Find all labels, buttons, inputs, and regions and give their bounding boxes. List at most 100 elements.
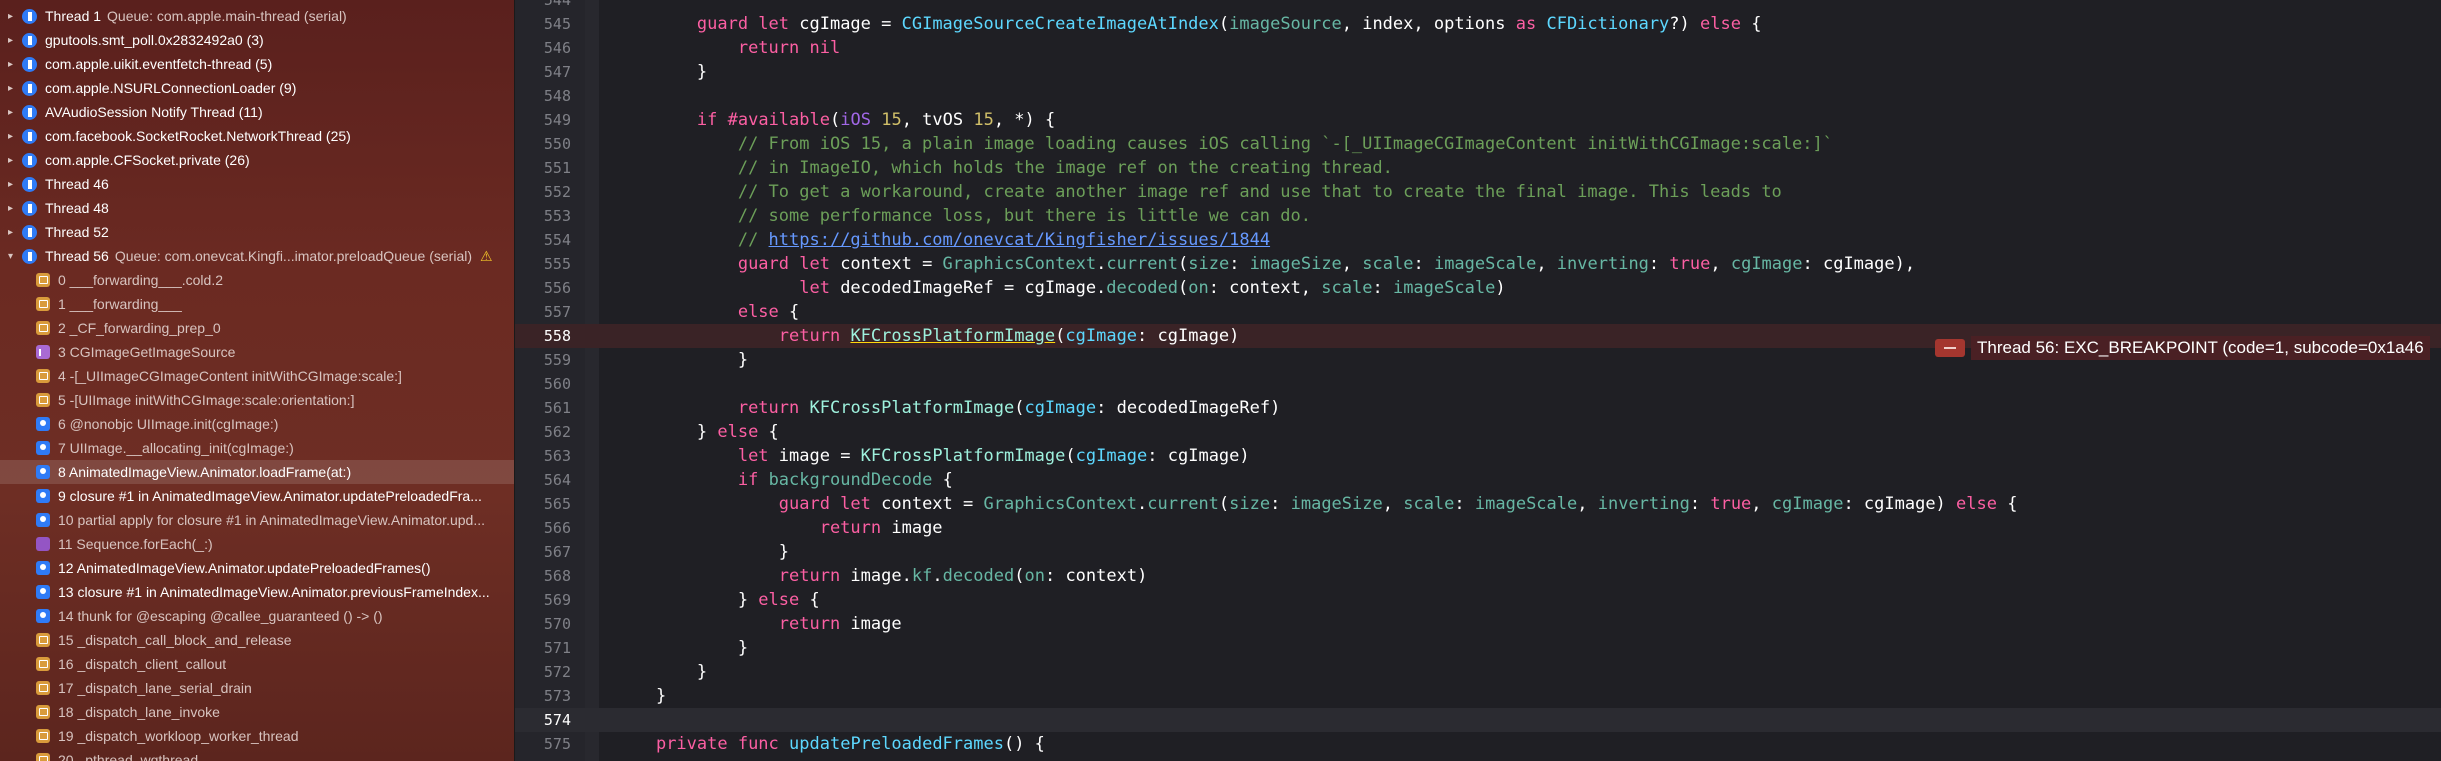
stack-frame-row[interactable]: 17 _dispatch_lane_serial_drain (0, 676, 514, 700)
stack-frame-row[interactable]: 0 ___forwarding___.cold.2 (0, 268, 514, 292)
disclosure-collapsed-icon[interactable]: ▸ (8, 203, 18, 214)
line-number: 571 (543, 639, 571, 657)
code-token: ( (1218, 14, 1230, 34)
stack-frame-row[interactable]: 9 closure #1 in AnimatedImageView.Animat… (0, 484, 514, 508)
code-line[interactable]: 546 return nil (515, 36, 2441, 60)
disclosure-collapsed-icon[interactable]: ▸ (8, 155, 18, 166)
stack-frame-row[interactable]: 11 Sequence.forEach(_:) (0, 532, 514, 556)
exception-annotation[interactable]: Thread 56: EXC_BREAKPOINT (code=1, subco… (1935, 336, 2430, 360)
stack-frame-row[interactable]: 16 _dispatch_client_callout (0, 652, 514, 676)
code-token: kf (911, 566, 933, 586)
code-line[interactable]: 555 guard let context = GraphicsContext.… (515, 252, 2441, 276)
stack-frame-row[interactable]: 4 -[_UIImageCGImageContent initWithCGIma… (0, 364, 514, 388)
thread-row[interactable]: ▸ Thread 48 (0, 196, 514, 220)
thread-icon (22, 248, 37, 264)
code-line[interactable]: 564 if backgroundDecode { (515, 468, 2441, 492)
code-line[interactable]: 544 (515, 0, 2441, 12)
disclosure-collapsed-icon[interactable]: ▸ (8, 131, 18, 142)
stack-frame-row[interactable]: 5 -[UIImage initWithCGImage:scale:orient… (0, 388, 514, 412)
disclosure-collapsed-icon[interactable]: ▸ (8, 107, 18, 118)
code-line[interactable]: 553 // some performance loss, but there … (515, 204, 2441, 228)
line-number: 560 (543, 375, 571, 393)
stack-frame-row[interactable]: 10 partial apply for closure #1 in Anima… (0, 508, 514, 532)
code-line[interactable]: 554 // https://github.com/onevcat/Kingfi… (515, 228, 2441, 252)
stack-frame-row[interactable]: 12 AnimatedImageView.Animator.updatePrel… (0, 556, 514, 580)
issue-link[interactable]: https://github.com/onevcat/Kingfisher/is… (769, 230, 1271, 250)
code-line[interactable]: 566 return image (515, 516, 2441, 540)
code-line[interactable]: 563 let image = KFCrossPlatformImage(cgI… (515, 444, 2441, 468)
thread-row-active[interactable]: ▾ Thread 56 Queue: com.onevcat.Kingfi...im… (0, 244, 514, 268)
code-token: return (778, 326, 841, 346)
stack-frame-row[interactable]: 19 _dispatch_workloop_worker_thread (0, 724, 514, 748)
stack-frame-label: 9 closure #1 in AnimatedImageView.Animat… (58, 488, 482, 504)
code-line[interactable]: 565 guard let context = GraphicsContext.… (515, 492, 2441, 516)
code-line[interactable]: 561 return KFCrossPlatformImage(cgImage:… (515, 396, 2441, 420)
disclosure-collapsed-icon[interactable]: ▸ (8, 83, 18, 94)
code-line[interactable]: 557 else { (515, 300, 2441, 324)
user-code-frame-icon (36, 441, 50, 455)
code-line[interactable]: 575 private func updatePreloadedFrames()… (515, 732, 2441, 756)
disclosure-collapsed-icon[interactable]: ▸ (8, 59, 18, 70)
stack-frame-row[interactable]: 20 _pthread_wqthread (0, 748, 514, 761)
thread-row[interactable]: ▸ Thread 1 Queue: com.apple.main-thread (s… (0, 4, 514, 28)
thread-row[interactable]: ▸ com.apple.CFSocket.private (26) (0, 148, 514, 172)
code-token: imageSize (1249, 254, 1342, 274)
disclosure-collapsed-icon[interactable]: ▸ (8, 11, 18, 22)
code-line[interactable]: 573 } (515, 684, 2441, 708)
code-line[interactable]: 547 } (515, 60, 2441, 84)
code-line[interactable]: 562 } else { (515, 420, 2441, 444)
code-token: } (615, 422, 718, 442)
code-line[interactable]: 569 } else { (515, 588, 2441, 612)
code-line[interactable]: 550 // From iOS 15, a plain image loadin… (515, 132, 2441, 156)
source-editor[interactable]: 544 545 guard let cgImage = CGImageSource… (515, 0, 2441, 761)
code-line[interactable]: 551 // in ImageIO, which holds the image… (515, 156, 2441, 180)
thread-row[interactable]: ▸ AVAudioSession Notify Thread (11) (0, 100, 514, 124)
thread-row[interactable]: ▸ Thread 52 (0, 220, 514, 244)
library-frame-icon (36, 705, 50, 719)
code-token: : cgImage) (1843, 494, 1957, 514)
code-token: ( (829, 110, 841, 130)
code-token: // To get a workaround, create another i… (737, 182, 1782, 202)
thread-row[interactable]: ▸ com.apple.NSURLConnectionLoader (9) (0, 76, 514, 100)
code-line[interactable]: 556 let decodedImageRef = cgImage.decode… (515, 276, 2441, 300)
code-line[interactable]: 545 guard let cgImage = CGImageSourceCre… (515, 12, 2441, 36)
stack-frame-row[interactable]: 3 CGImageGetImageSource (0, 340, 514, 364)
code-line[interactable]: 567 } (515, 540, 2441, 564)
code-line[interactable]: 548 (515, 84, 2441, 108)
stack-frame-row[interactable]: 13 closure #1 in AnimatedImageView.Anima… (0, 580, 514, 604)
code-token: { (1740, 14, 1762, 34)
disclosure-collapsed-icon[interactable]: ▸ (8, 227, 18, 238)
stack-frame-row[interactable]: 6 @nonobjc UIImage.init(cgImage:) (0, 412, 514, 436)
code-token: ( (1065, 446, 1076, 466)
disclosure-collapsed-icon[interactable]: ▸ (8, 35, 18, 46)
disclosure-collapsed-icon[interactable]: ▸ (8, 179, 18, 190)
stack-frame-row[interactable]: 2 _CF_forwarding_prep_0 (0, 316, 514, 340)
thread-row[interactable]: ▸ gputools.smt_poll.0x2832492a0 (3) (0, 28, 514, 52)
code-line[interactable]: 572 } (515, 660, 2441, 684)
code-token: scale (1321, 278, 1373, 298)
stack-frame-row[interactable]: 14 thunk for @escaping @callee_guarantee… (0, 604, 514, 628)
thread-row[interactable]: ▸ com.facebook.SocketRocket.NetworkThread… (0, 124, 514, 148)
code-line[interactable]: 549 if #available(iOS 15, tvOS 15, *) { (515, 108, 2441, 132)
code-line[interactable]: 568 return image.kf.decoded(on: context) (515, 564, 2441, 588)
line-source: guard let cgImage = CGImageSourceCreateI… (615, 12, 1762, 36)
thread-row[interactable]: ▸ Thread 46 (0, 172, 514, 196)
stack-frame-row[interactable]: 1 ___forwarding___ (0, 292, 514, 316)
code-line[interactable]: 574 (515, 708, 2441, 732)
code-line[interactable]: 552 // To get a workaround, create anoth… (515, 180, 2441, 204)
stack-frame-row[interactable]: 18 _dispatch_lane_invoke (0, 700, 514, 724)
disclosure-expanded-icon[interactable]: ▾ (8, 251, 18, 262)
code-line[interactable]: 560 (515, 372, 2441, 396)
stack-frame-row[interactable]: 7 UIImage.__allocating_init(cgImage:) (0, 436, 514, 460)
code-line[interactable]: 571 } (515, 636, 2441, 660)
line-source: guard let context = GraphicsContext.curr… (615, 252, 1915, 276)
code-token: else (737, 302, 779, 322)
exception-marker-icon[interactable] (1935, 339, 1965, 357)
code-line[interactable]: 570 return image (515, 612, 2441, 636)
stack-frame-row-selected[interactable]: 8 AnimatedImageView.Animator.loadFrame(a… (0, 460, 514, 484)
stack-frame-row[interactable]: 15 _dispatch_call_block_and_release (0, 628, 514, 652)
thread-row[interactable]: ▸ com.apple.uikit.eventfetch-thread (5) (0, 52, 514, 76)
